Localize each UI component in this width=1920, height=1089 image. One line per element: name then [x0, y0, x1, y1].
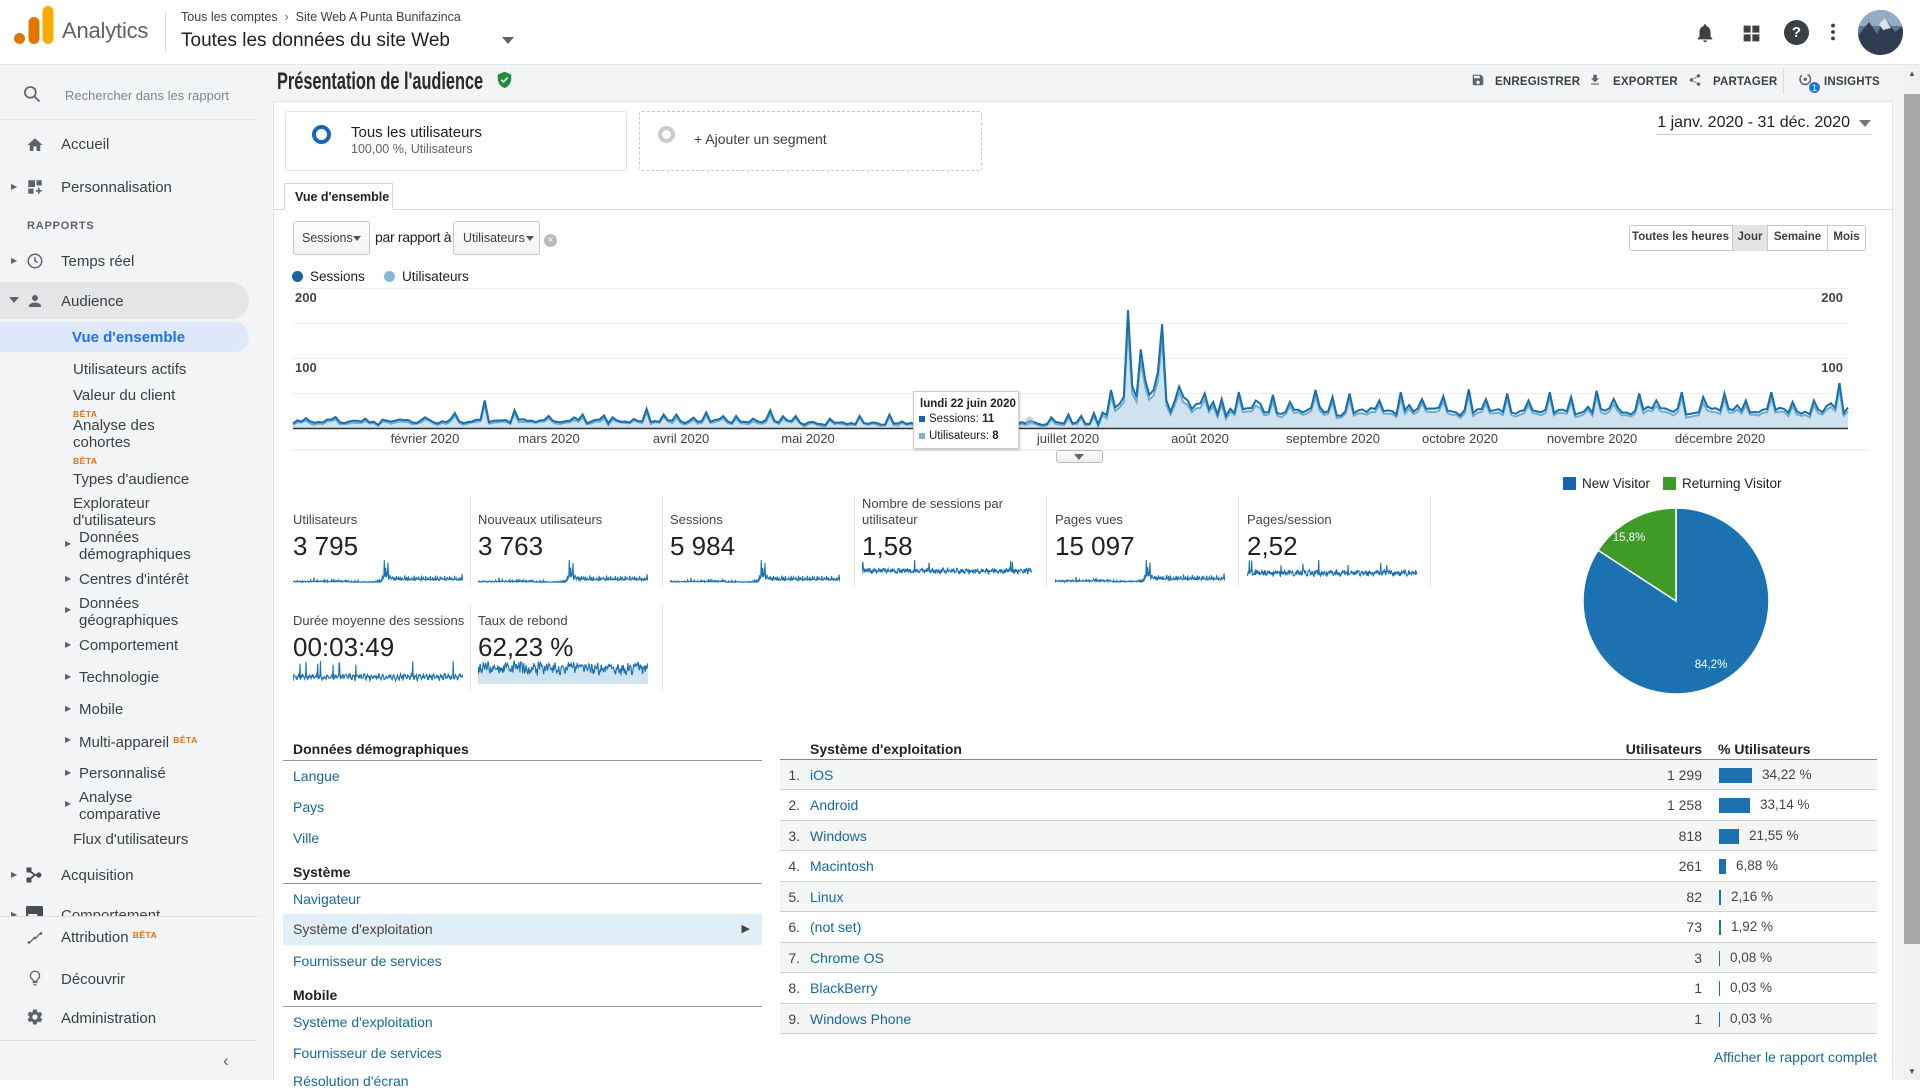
svg-text:15,8%: 15,8%: [1613, 532, 1646, 544]
svg-text:84,2%: 84,2%: [1695, 659, 1728, 671]
